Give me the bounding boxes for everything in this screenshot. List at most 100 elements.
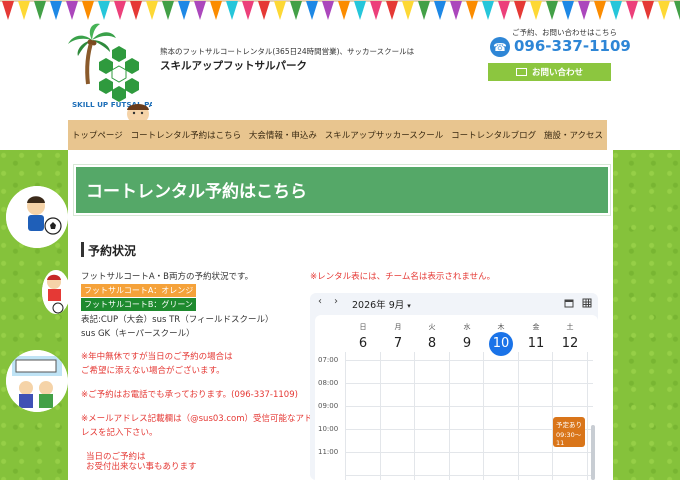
bunting-flag: [642, 1, 654, 20]
calendar-month-selector[interactable]: 2026年 9月 ▾: [352, 297, 411, 311]
legend-line-1: 表記:CUP（大会）sus TR（フィールドスクール）: [81, 315, 274, 325]
day-number[interactable]: 7: [386, 332, 410, 356]
day-number[interactable]: 6: [351, 332, 375, 356]
soccer-player-illustration: [6, 186, 68, 248]
grid-line: [587, 352, 588, 480]
court-b-label: フットサルコートB：グリーン: [81, 298, 196, 311]
bunting-flag: [146, 1, 158, 20]
bunting-flag: [66, 1, 78, 20]
spectators-illustration: [6, 350, 68, 412]
contact-button[interactable]: お問い合わせ: [488, 63, 611, 81]
bunting-flag: [290, 1, 302, 20]
bunting-flag: [194, 1, 206, 20]
grid-line: [552, 352, 553, 480]
notice-phone: ※ご予約はお電話でも承っております。(096-337-1109): [81, 390, 298, 400]
chevron-down-icon: ▾: [407, 302, 411, 310]
grid-line: [483, 352, 484, 480]
section-title: 予約状況: [88, 244, 137, 258]
phone-icon: ☎: [490, 37, 510, 57]
bunting-flag: [658, 1, 670, 20]
nav-item-tournament[interactable]: 大会情報・申込み: [249, 129, 317, 141]
calendar-prev-button[interactable]: ‹: [318, 296, 322, 307]
notice-same-day-1: ※年中無休ですが当日のご予約の場合は: [81, 352, 233, 362]
bunting-flag: [434, 1, 446, 20]
bunting-flag: [2, 1, 14, 20]
grid-line: [414, 352, 415, 480]
site-name[interactable]: スキルアップフットサルパーク: [160, 58, 307, 73]
bunting-flag: [274, 1, 286, 20]
bunting-flag: [242, 1, 254, 20]
bunting-flag: [530, 1, 542, 20]
bunting-flag: [466, 1, 478, 20]
page-title: コートレンタル予約はこちら: [86, 182, 307, 202]
mascot-illustration: [127, 104, 149, 122]
bunting-flag: [674, 1, 680, 20]
time-label: 07:00: [318, 356, 339, 364]
nav-item-soccer-school[interactable]: スキルアップサッカースクール: [325, 129, 444, 141]
site-tagline: 熊本のフットサルコートレンタル(365日24時間営業)、サッカースクールは: [160, 47, 415, 56]
calendar-icon[interactable]: [564, 298, 574, 308]
day-number-today[interactable]: 10: [489, 332, 513, 356]
grid-line: [345, 383, 593, 384]
bunting-flag: [50, 1, 62, 20]
bunting-flag: [626, 1, 638, 20]
main-nav: トップページ コートレンタル予約はこちら 大会情報・申込み スキルアップサッカー…: [68, 120, 607, 150]
time-label: 11:00: [318, 448, 339, 456]
time-label: 09:00: [318, 402, 339, 410]
bunting-flag: [34, 1, 46, 20]
bunting-flag: [354, 1, 366, 20]
bunting-flag: [322, 1, 334, 20]
grid-line: [449, 352, 450, 480]
nav-item-top[interactable]: トップページ: [72, 129, 123, 141]
contact-button-label: お問い合わせ: [531, 68, 583, 78]
bunting-flag: [338, 1, 350, 20]
notice-same-day-2: ご希望に添えない場合がございます。: [81, 366, 225, 376]
day-of-week: 金: [532, 323, 540, 331]
legend-line-2: sus GK（キーパースクール）: [81, 329, 195, 339]
nav-item-court-rental[interactable]: コートレンタル予約はこちら: [131, 129, 242, 141]
grid-line: [345, 406, 593, 407]
bunting-flag: [226, 1, 238, 20]
bunting-flag: [18, 1, 30, 20]
bunting-flag: [514, 1, 526, 20]
notice-email-2: レスを記入下さい。: [81, 428, 158, 438]
day-number[interactable]: 11: [524, 332, 548, 356]
bunting-flag: [82, 1, 94, 20]
bunting-flag: [610, 1, 622, 20]
bunting-flag: [562, 1, 574, 20]
bunting-decoration: [0, 0, 680, 20]
bunting-flag: [178, 1, 190, 20]
bunting-flag: [578, 1, 590, 20]
bunting-flag: [162, 1, 174, 20]
grid-line: [345, 360, 593, 361]
grid-line: [345, 452, 593, 453]
notice-email-1: ※メールアドレス記載欄は（@sus03.com）受信可能なアド: [81, 414, 313, 424]
bunting-flag: [370, 1, 382, 20]
calendar-event[interactable]: 予定あり 09:30～11: [553, 417, 585, 447]
day-number[interactable]: 12: [558, 332, 582, 356]
phone-number[interactable]: 096-337-1109: [514, 37, 631, 55]
day-number[interactable]: 8: [420, 332, 444, 356]
grid-view-icon[interactable]: [582, 298, 592, 308]
bunting-flag: [418, 1, 430, 20]
day-of-week: 日: [359, 323, 367, 331]
day-number[interactable]: 9: [455, 332, 479, 356]
bunting-flag: [402, 1, 414, 20]
day-of-week: 水: [463, 323, 471, 331]
section-title-bar: [81, 242, 84, 257]
mail-icon: [515, 68, 527, 76]
intro-text: フットサルコートA・B両方の予約状況です。: [81, 272, 254, 282]
nav-item-access[interactable]: 施設・アクセス: [544, 129, 603, 141]
calendar-scrollbar[interactable]: [591, 425, 595, 480]
bunting-flag: [306, 1, 318, 20]
nav-item-blog[interactable]: コートレンタルブログ: [451, 129, 536, 141]
grid-line: [345, 475, 593, 476]
time-label: 10:00: [318, 425, 339, 433]
bunting-flag: [386, 1, 398, 20]
day-of-week: 月: [394, 323, 402, 331]
bunting-flag: [498, 1, 510, 20]
grid-line: [518, 352, 519, 480]
bunting-flag: [98, 1, 110, 20]
bunting-flag: [114, 1, 126, 20]
calendar-next-button[interactable]: ›: [334, 296, 338, 307]
